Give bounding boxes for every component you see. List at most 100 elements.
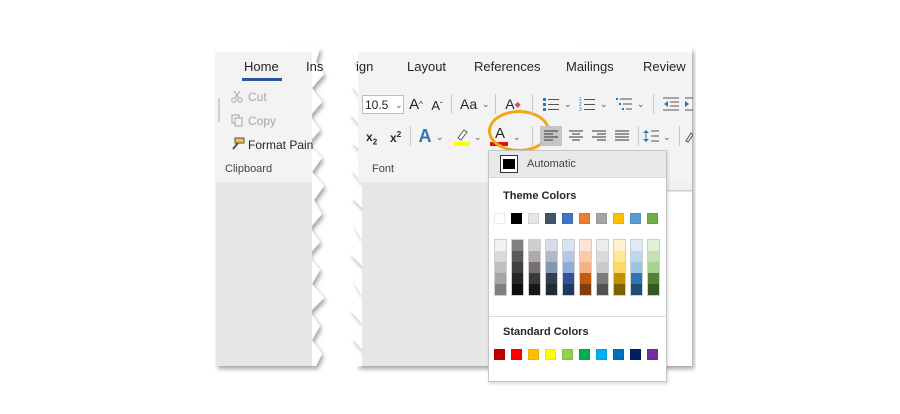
shading-icon[interactable] [684, 126, 694, 146]
tab-review[interactable]: Review [643, 59, 686, 74]
standard-color-swatch[interactable] [528, 349, 539, 360]
theme-shade-swatch[interactable] [495, 273, 506, 284]
format-painter-button[interactable]: Format Pain [248, 138, 313, 152]
standard-color-swatch[interactable] [647, 349, 658, 360]
highlighter-icon[interactable] [454, 126, 470, 142]
theme-color-swatch[interactable] [613, 213, 624, 224]
theme-shade-swatch[interactable] [563, 262, 574, 273]
tab-references[interactable]: References [474, 59, 540, 74]
theme-shade-swatch[interactable] [512, 251, 523, 262]
theme-shade-swatch[interactable] [580, 262, 591, 273]
automatic-option[interactable]: Automatic [527, 158, 576, 170]
theme-shade-swatch[interactable] [512, 240, 523, 251]
theme-shade-swatch[interactable] [631, 284, 642, 295]
tab-insert-partial[interactable]: Ins [306, 59, 323, 74]
theme-shade-swatch[interactable] [495, 240, 506, 251]
theme-shade-swatch[interactable] [648, 251, 659, 262]
theme-color-swatch[interactable] [511, 213, 522, 224]
theme-color-swatch[interactable] [528, 213, 539, 224]
theme-shade-swatch[interactable] [529, 273, 540, 284]
theme-shade-swatch[interactable] [631, 240, 642, 251]
change-case-button[interactable]: Aa [460, 96, 477, 112]
theme-shade-swatch[interactable] [580, 284, 591, 295]
theme-shade-swatch[interactable] [529, 262, 540, 273]
copy-button[interactable]: Copy [248, 114, 276, 128]
theme-shade-swatch[interactable] [614, 251, 625, 262]
standard-color-swatch[interactable] [545, 349, 556, 360]
superscript-icon[interactable]: x2 [390, 130, 401, 145]
theme-shade-swatch[interactable] [580, 273, 591, 284]
theme-shade-swatch[interactable] [597, 251, 608, 262]
theme-shade-swatch[interactable] [546, 262, 557, 273]
theme-shade-swatch[interactable] [631, 273, 642, 284]
theme-shade-swatch[interactable] [648, 240, 659, 251]
theme-shade-swatch[interactable] [529, 284, 540, 295]
theme-shade-swatch[interactable] [495, 262, 506, 273]
theme-shade-swatch[interactable] [597, 262, 608, 273]
shrink-font-icon[interactable]: Aˇ [429, 96, 445, 114]
cut-button[interactable]: Cut [248, 90, 267, 104]
theme-shade-swatch[interactable] [529, 240, 540, 251]
theme-shade-swatch[interactable] [563, 251, 574, 262]
standard-color-swatch[interactable] [579, 349, 590, 360]
theme-color-swatch[interactable] [545, 213, 556, 224]
grow-font-icon[interactable]: A ^ [408, 94, 424, 114]
standard-color-swatch[interactable] [630, 349, 641, 360]
theme-shade-swatch[interactable] [597, 284, 608, 295]
theme-shade-swatch[interactable] [631, 251, 642, 262]
standard-color-swatch[interactable] [596, 349, 607, 360]
theme-color-swatch[interactable] [596, 213, 607, 224]
text-effects-icon[interactable]: A [416, 125, 434, 147]
align-center-icon[interactable] [565, 126, 587, 146]
theme-shade-swatch[interactable] [648, 273, 659, 284]
theme-shade-swatch[interactable] [563, 284, 574, 295]
tab-layout[interactable]: Layout [407, 59, 446, 74]
theme-shade-swatch[interactable] [614, 273, 625, 284]
tab-home[interactable]: Home [244, 59, 279, 74]
theme-shade-swatch[interactable] [495, 284, 506, 295]
theme-shade-swatch[interactable] [546, 284, 557, 295]
font-size-box[interactable]: 10.5 ⌄ [362, 95, 404, 114]
theme-shade-swatch[interactable] [563, 240, 574, 251]
theme-color-swatch[interactable] [494, 213, 505, 224]
theme-shade-swatch[interactable] [614, 240, 625, 251]
standard-color-swatch[interactable] [494, 349, 505, 360]
theme-color-swatch[interactable] [579, 213, 590, 224]
theme-shade-swatch[interactable] [614, 284, 625, 295]
tab-mailings[interactable]: Mailings [566, 59, 614, 74]
theme-shade-swatch[interactable] [529, 251, 540, 262]
standard-color-swatch[interactable] [562, 349, 573, 360]
numbering-icon[interactable]: 123 [578, 96, 596, 112]
align-left-icon[interactable] [540, 126, 562, 146]
theme-shade-swatch[interactable] [597, 273, 608, 284]
theme-shade-swatch[interactable] [546, 273, 557, 284]
subscript-icon[interactable]: x2 [366, 130, 377, 146]
theme-color-swatch[interactable] [647, 213, 658, 224]
theme-shade-swatch[interactable] [512, 284, 523, 295]
theme-shade-swatch[interactable] [512, 262, 523, 273]
theme-shade-swatch[interactable] [597, 240, 608, 251]
line-spacing-icon[interactable] [642, 126, 660, 146]
theme-color-swatch[interactable] [562, 213, 573, 224]
decrease-indent-icon[interactable] [663, 96, 679, 112]
theme-shade-swatch[interactable] [546, 251, 557, 262]
theme-shade-swatch[interactable] [631, 262, 642, 273]
multilevel-list-icon[interactable] [615, 96, 633, 112]
theme-shade-swatch[interactable] [648, 284, 659, 295]
bullets-icon[interactable] [542, 96, 560, 112]
theme-shade-swatch[interactable] [495, 251, 506, 262]
theme-color-swatch[interactable] [630, 213, 641, 224]
standard-color-swatch[interactable] [613, 349, 624, 360]
theme-shade-swatch[interactable] [563, 273, 574, 284]
theme-shade-swatch[interactable] [648, 262, 659, 273]
theme-shade-swatch[interactable] [580, 240, 591, 251]
automatic-swatch[interactable] [500, 155, 518, 173]
align-right-icon[interactable] [588, 126, 610, 146]
theme-shade-swatch[interactable] [546, 240, 557, 251]
justify-icon[interactable] [611, 126, 633, 146]
tab-design-partial[interactable]: ign [356, 59, 373, 74]
standard-color-swatch[interactable] [511, 349, 522, 360]
theme-shade-swatch[interactable] [580, 251, 591, 262]
theme-shade-swatch[interactable] [614, 262, 625, 273]
theme-shade-swatch[interactable] [512, 273, 523, 284]
